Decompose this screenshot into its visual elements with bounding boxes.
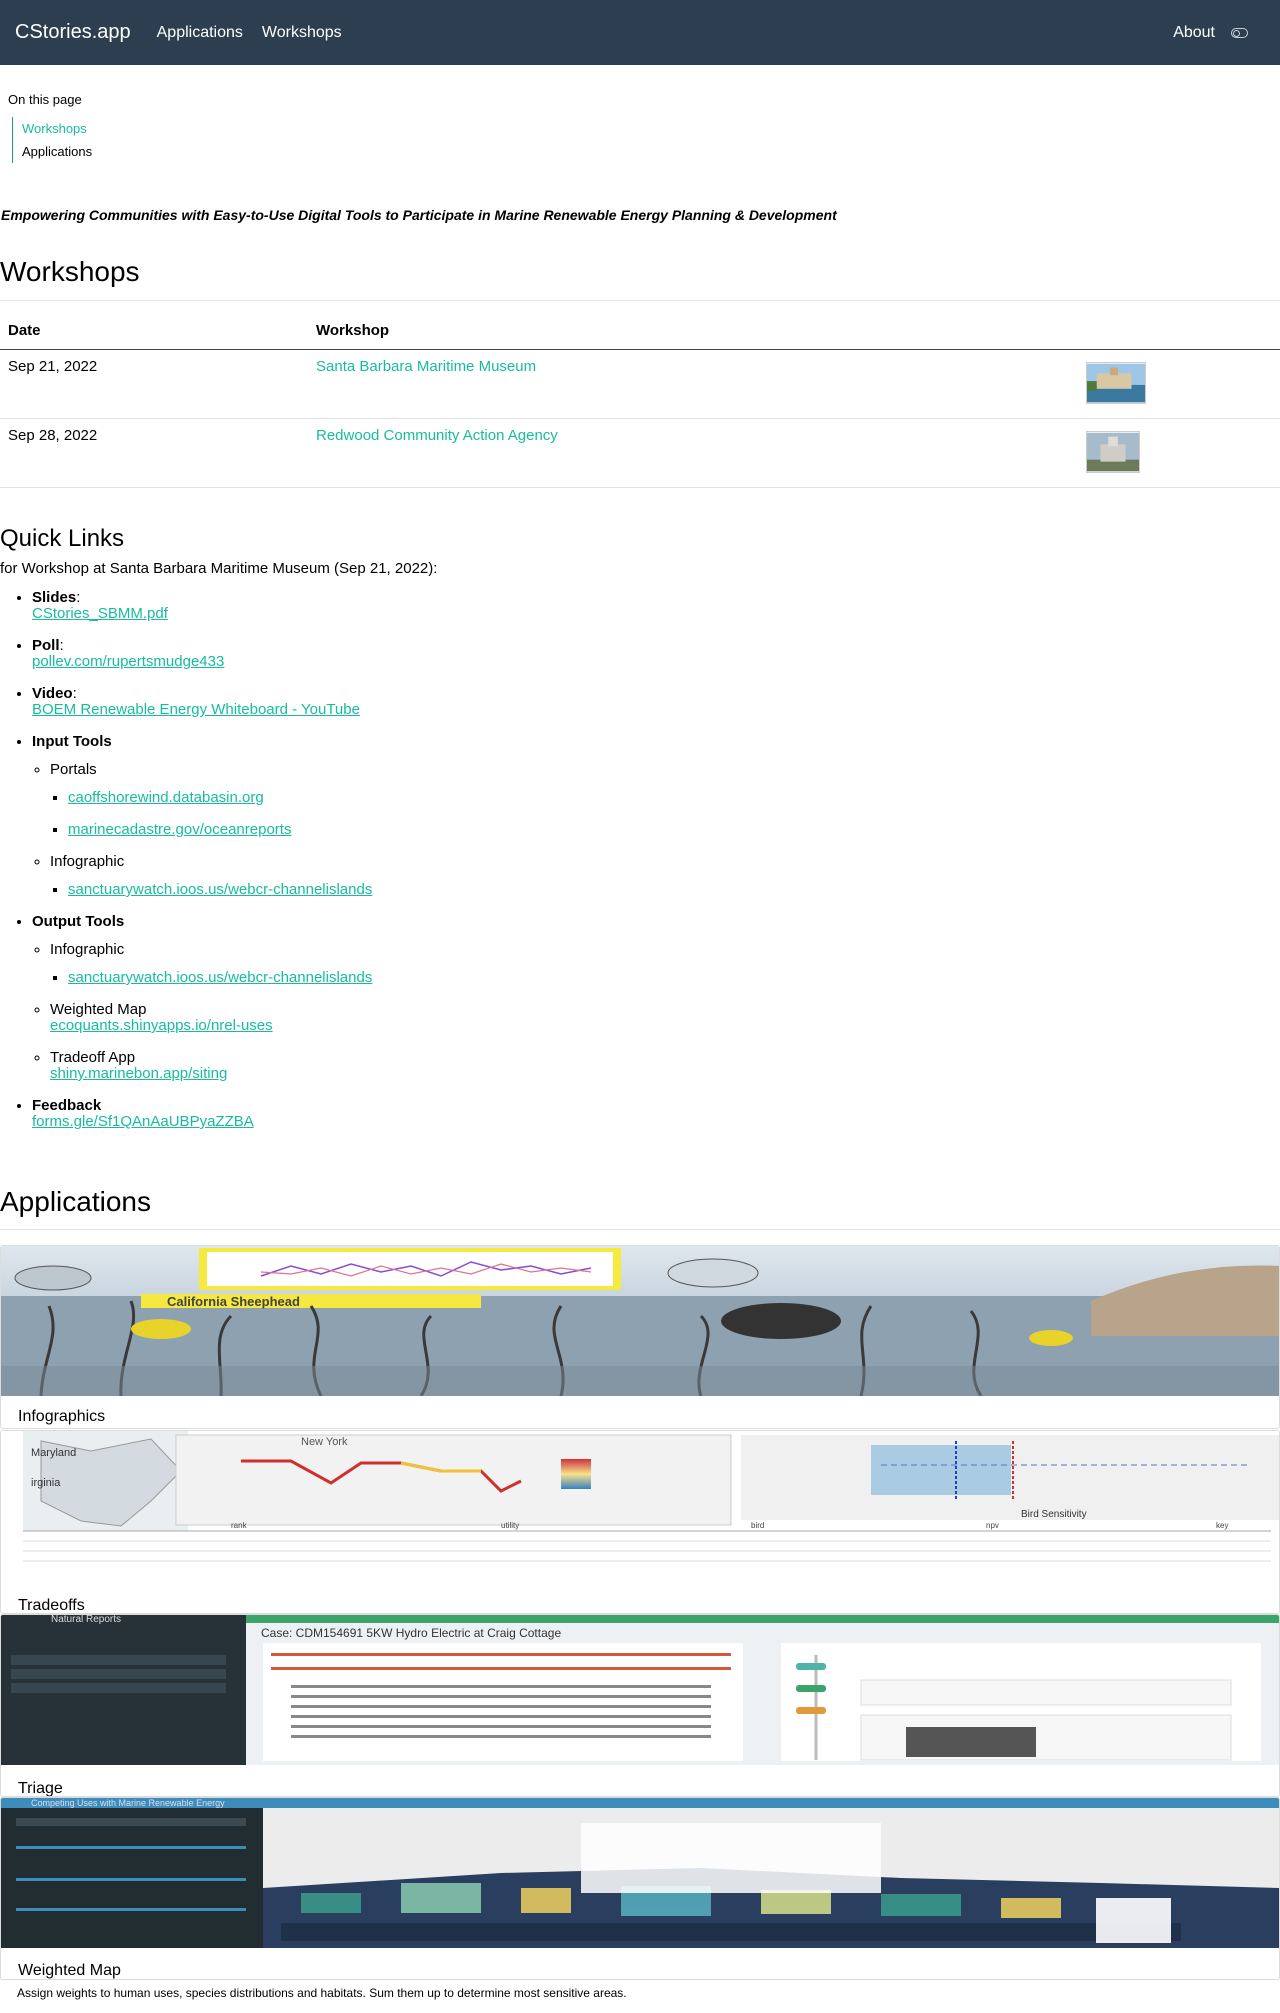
table-header-bird: bird [751, 1521, 764, 1530]
infographic-caption: California Sheephead [167, 1294, 300, 1309]
output-infographic-label: Infographic [50, 941, 125, 958]
divider [0, 300, 1280, 301]
poll-link[interactable]: pollev.com/rupertsmudge433 [32, 653, 224, 670]
list-item: Poll: pollev.com/rupertsmudge433 [32, 638, 372, 670]
infographic-link[interactable]: sanctuarywatch.ioos.us/webcr-channelisla… [68, 881, 372, 898]
toc-list: Workshops Applications [12, 117, 92, 163]
tradeoff-plot-title: New York [301, 1436, 348, 1448]
weighted-map-description: Assign weights to human uses, species di… [17, 1986, 627, 2000]
tradeoff-app-link[interactable]: shiny.marinebon.app/siting [50, 1065, 227, 1082]
list-item: Tradeoff App shiny.marinebon.app/siting [50, 1050, 372, 1082]
triage-case-title: Case: CDM154691 5KW Hydro Electric at Cr… [261, 1626, 561, 1640]
toc-item-workshops[interactable]: Workshops [22, 121, 87, 136]
nav-about-link[interactable]: About [1173, 24, 1215, 42]
list-item: sanctuarywatch.ioos.us/webcr-channelisla… [68, 882, 372, 898]
app-card-infographics[interactable]: California Sheephead Infographics [0, 1245, 1280, 1429]
column-header-date: Date [0, 313, 308, 350]
list-item: Weighted Map ecoquants.shinyapps.io/nrel… [50, 1002, 372, 1034]
table-header-npv: npv [986, 1521, 999, 1530]
list-item: Input Tools Portals caoffshorewind.datab… [32, 734, 372, 898]
tradeoff-app-label: Tradeoff App [50, 1049, 136, 1066]
quick-links-subtitle: for Workshop at Santa Barbara Maritime M… [0, 560, 438, 577]
app-card-triage[interactable]: Natural Reports Case: CDM154691 5KW Hydr… [0, 1614, 1280, 1797]
workshop-thumbnail[interactable] [1086, 430, 1140, 473]
feedback-link[interactable]: forms.gle/Sf1QAnAaUBPyaZZBA [32, 1113, 254, 1130]
feedback-label: Feedback [32, 1097, 102, 1114]
list-item: sanctuarywatch.ioos.us/webcr-channelisla… [68, 970, 372, 986]
workshop-link[interactable]: Redwood Community Action Agency [316, 427, 558, 444]
workshops-table: Date Workshop Sep 21, 2022 Santa Barbara… [0, 313, 1280, 488]
portal-link-oceanreports[interactable]: marinecadastre.gov/oceanreports [68, 821, 291, 838]
list-item: Slides: CStories_SBMM.pdf [32, 590, 372, 622]
list-item: Video: BOEM Renewable Energy Whiteboard … [32, 686, 372, 718]
infographics-preview-image: California Sheephead [1, 1246, 1279, 1397]
list-item: Infographic sanctuarywatch.ioos.us/webcr… [50, 854, 372, 898]
brand-link[interactable]: CStories.app [15, 21, 131, 44]
list-item: caoffshorewind.databasin.org [68, 790, 372, 806]
input-tools-label: Input Tools [32, 733, 112, 750]
table-of-contents: On this page Workshops Applications [8, 92, 92, 163]
list-item: Infographic sanctuarywatch.ioos.us/webcr… [50, 942, 372, 986]
app-card-title: Weighted Map [18, 1962, 121, 1979]
app-card-tradeoffs[interactable]: Maryland irginia New York Bird Sensitivi… [0, 1430, 1280, 1614]
workshop-link[interactable]: Santa Barbara Maritime Museum [316, 358, 536, 375]
nav-workshops-link[interactable]: Workshops [262, 24, 342, 42]
weighted-map-link[interactable]: ecoquants.shinyapps.io/nrel-uses [50, 1017, 273, 1034]
video-label: Video [32, 685, 73, 702]
list-item: Feedback forms.gle/Sf1QAnAaUBPyaZZBA [32, 1098, 372, 1130]
poll-label: Poll [32, 637, 60, 654]
app-card-title: Infographics [18, 1408, 106, 1425]
workshop-date: Sep 28, 2022 [0, 418, 308, 488]
table-header-utility: utility [501, 1521, 519, 1530]
dark-mode-toggle-icon[interactable] [1231, 27, 1248, 38]
table-header-key: key [1216, 1521, 1228, 1530]
output-tools-label: Output Tools [32, 913, 125, 930]
slides-link[interactable]: CStories_SBMM.pdf [32, 605, 168, 622]
table-row: Sep 21, 2022 Santa Barbara Maritime Muse… [0, 349, 1280, 419]
page-tagline: Empowering Communities with Easy-to-Use … [1, 207, 837, 223]
triage-header: Natural Reports [51, 1615, 121, 1625]
portals-label: Portals [50, 761, 97, 778]
portal-link-databasin[interactable]: caoffshorewind.databasin.org [68, 789, 264, 806]
tradeoff-axis-label: Bird Sensitivity [1021, 1509, 1087, 1520]
workshop-date: Sep 21, 2022 [0, 349, 308, 419]
weighted-map-preview-image: Competing Uses with Marine Renewable Ene… [1, 1798, 1279, 1948]
app-card-weighted-map[interactable]: Competing Uses with Marine Renewable Ene… [0, 1797, 1280, 1980]
app-card-title: Tradeoffs [18, 1597, 85, 1614]
triage-preview-image: Natural Reports Case: CDM154691 5KW Hydr… [1, 1615, 1279, 1765]
infographic-label: Infographic [50, 853, 125, 870]
workshops-heading: Workshops [0, 256, 140, 287]
list-item: Portals caoffshorewind.databasin.org mar… [50, 762, 372, 838]
table-header-rank: rank [231, 1521, 248, 1530]
column-header-workshop: Workshop [308, 313, 1078, 350]
applications-heading: Applications [0, 1186, 151, 1217]
quick-links-list: Slides: CStories_SBMM.pdf Poll: pollev.c… [14, 590, 372, 1146]
nav-applications-link[interactable]: Applications [157, 24, 243, 42]
table-row: Sep 28, 2022 Redwood Community Action Ag… [0, 418, 1280, 488]
top-navbar: CStories.app Applications Workshops Abou… [0, 0, 1280, 65]
list-item: marinecadastre.gov/oceanreports [68, 822, 372, 838]
output-infographic-link[interactable]: sanctuarywatch.ioos.us/webcr-channelisla… [68, 969, 372, 986]
nav-right: About [1154, 24, 1248, 42]
quick-links-heading: Quick Links [0, 525, 125, 552]
video-link[interactable]: BOEM Renewable Energy Whiteboard - YouTu… [32, 701, 360, 718]
tradeoffs-preview-image: Maryland irginia New York Bird Sensitivi… [1, 1431, 1279, 1581]
list-item: Output Tools Infographic sanctuarywatch.… [32, 914, 372, 1082]
toc-item-applications[interactable]: Applications [22, 144, 92, 159]
divider [0, 1229, 1280, 1230]
app-card-title: Triage [18, 1780, 63, 1797]
svg-text:irginia: irginia [31, 1477, 61, 1489]
weighted-map-label: Weighted Map [50, 1001, 147, 1018]
toc-title: On this page [8, 92, 82, 107]
column-header-image [1078, 313, 1280, 350]
workshop-thumbnail[interactable] [1086, 361, 1146, 404]
slides-label: Slides [32, 589, 77, 606]
weighted-map-header: Competing Uses with Marine Renewable Ene… [31, 1798, 225, 1808]
svg-text:Maryland: Maryland [31, 1447, 76, 1459]
